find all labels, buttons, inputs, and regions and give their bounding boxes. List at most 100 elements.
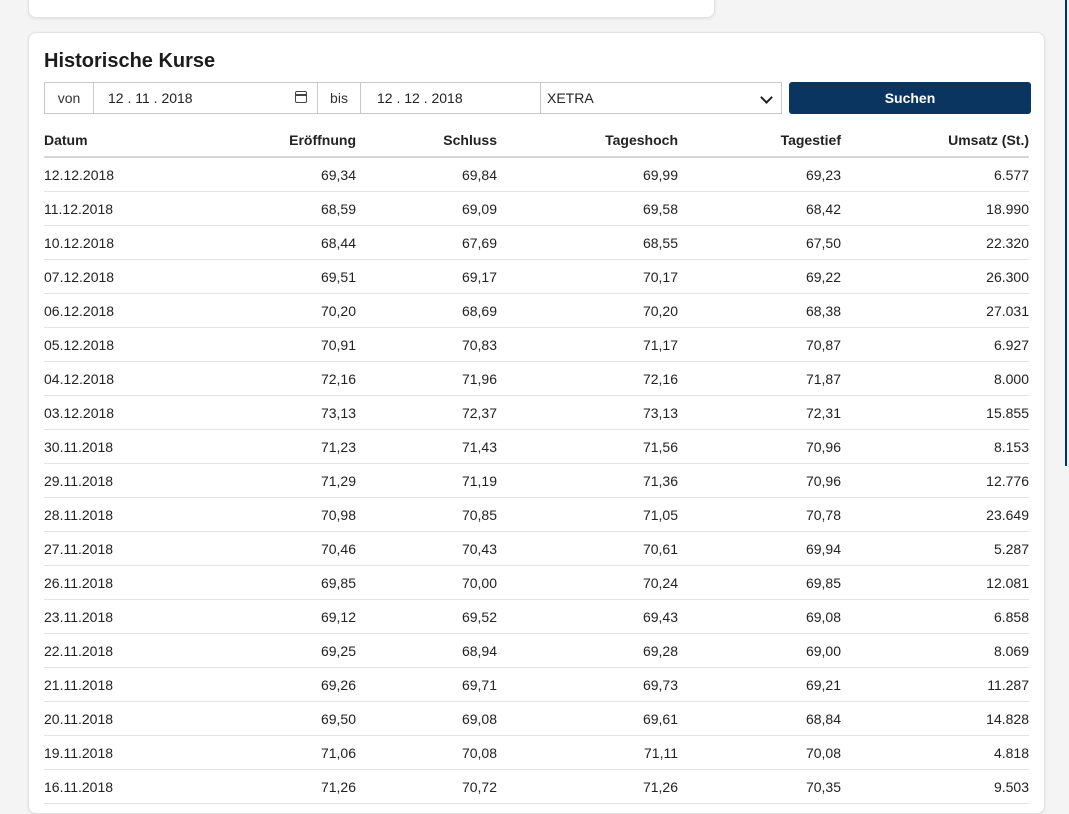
- cell-close: 70,00: [356, 565, 497, 600]
- historical-prices-card: Historische Kurse von 12 . 11 . 2018 bis…: [28, 32, 1045, 814]
- cell-close: 71,19: [356, 463, 497, 498]
- cell-high: 69,28: [497, 633, 678, 668]
- table-row: 28.11.2018 70,98 70,85 71,05 70,78 23.649: [44, 497, 1029, 532]
- scroll-indicator: [1065, 0, 1067, 466]
- cell-low: 68,42: [678, 191, 841, 226]
- to-date-value: 12 . 12 . 2018: [377, 90, 463, 106]
- cell-open: 70,46: [184, 531, 356, 566]
- cell-high: 69,58: [497, 191, 678, 226]
- table-row: 10.12.2018 68,44 67,69 68,55 67,50 22.320: [44, 225, 1029, 260]
- cell-high: 73,13: [497, 395, 678, 430]
- cell-close: 70,83: [356, 327, 497, 362]
- chevron-down-icon: [760, 91, 773, 104]
- cell-low: 69,85: [678, 565, 841, 600]
- cell-high: 71,11: [497, 735, 678, 770]
- table-row: 30.11.2018 71,23 71,43 71,56 70,96 8.153: [44, 429, 1029, 464]
- cell-date: 04.12.2018: [44, 361, 184, 396]
- cell-open: 70,98: [184, 497, 356, 532]
- cell-volume: 8.000: [841, 361, 1029, 396]
- cell-low: 69,08: [678, 599, 841, 634]
- cell-close: 69,08: [356, 701, 497, 736]
- cell-high: 70,20: [497, 293, 678, 328]
- table-header-row: Datum Eröffnung Schluss Tageshoch Tagestief U…: [44, 123, 1029, 158]
- section-title: Historische Kurse: [44, 50, 216, 72]
- cell-close: 70,85: [356, 497, 497, 532]
- cell-high: 69,73: [497, 667, 678, 702]
- column-header-volume: Umsatz (St.): [841, 123, 1029, 158]
- table-row: 07.12.2018 69,51 69,17 70,17 69,22 26.300: [44, 259, 1029, 294]
- cell-low: 69,21: [678, 667, 841, 702]
- table-row: 12.12.2018 69,34 69,84 69,99 69,23 6.577: [44, 157, 1029, 192]
- cell-low: 70,96: [678, 429, 841, 464]
- table-row: 11.12.2018 68,59 69,09 69,58 68,42 18.990: [44, 191, 1029, 226]
- table-row: 20.11.2018 69,50 69,08 69,61 68,84 14.828: [44, 701, 1029, 736]
- cell-open: 69,12: [184, 599, 356, 634]
- table-row: 04.12.2018 72,16 71,96 72,16 71,87 8.000: [44, 361, 1029, 396]
- cell-low: 69,00: [678, 633, 841, 668]
- cell-date: 23.11.2018: [44, 599, 184, 634]
- cell-volume: 27.031: [841, 293, 1029, 328]
- cell-high: 69,43: [497, 599, 678, 634]
- cell-low: 69,23: [678, 157, 841, 192]
- cell-high: 69,99: [497, 157, 678, 192]
- cell-low: 67,50: [678, 225, 841, 260]
- column-header-open: Eröffnung: [184, 123, 356, 158]
- historical-prices-table: Datum Eröffnung Schluss Tageshoch Tagestief U…: [44, 123, 1029, 804]
- search-button[interactable]: Suchen: [789, 82, 1031, 114]
- cell-volume: 12.776: [841, 463, 1029, 498]
- table-body: 12.12.2018 69,34 69,84 69,99 69,23 6.577 11.12…: [44, 157, 1029, 804]
- calendar-icon[interactable]: [295, 91, 307, 103]
- cell-high: 68,55: [497, 225, 678, 260]
- column-header-close: Schluss: [356, 123, 497, 158]
- cell-open: 69,34: [184, 157, 356, 192]
- cell-date: 30.11.2018: [44, 429, 184, 464]
- table-row: 06.12.2018 70,20 68,69 70,20 68,38 27.031: [44, 293, 1029, 328]
- cell-high: 71,17: [497, 327, 678, 362]
- cell-volume: 15.855: [841, 395, 1029, 430]
- previous-card: [28, 0, 715, 18]
- table-row: 21.11.2018 69,26 69,71 69,73 69,21 11.287: [44, 667, 1029, 702]
- cell-open: 69,51: [184, 259, 356, 294]
- table-row: 27.11.2018 70,46 70,43 70,61 69,94 5.287: [44, 531, 1029, 566]
- cell-date: 05.12.2018: [44, 327, 184, 362]
- cell-close: 69,52: [356, 599, 497, 634]
- cell-date: 21.11.2018: [44, 667, 184, 702]
- cell-high: 70,61: [497, 531, 678, 566]
- cell-close: 67,69: [356, 225, 497, 260]
- cell-close: 70,08: [356, 735, 497, 770]
- cell-open: 71,23: [184, 429, 356, 464]
- cell-volume: 22.320: [841, 225, 1029, 260]
- cell-high: 69,61: [497, 701, 678, 736]
- from-date-value: 12 . 11 . 2018: [108, 90, 193, 106]
- cell-low: 70,87: [678, 327, 841, 362]
- table-row: 05.12.2018 70,91 70,83 71,17 70,87 6.927: [44, 327, 1029, 362]
- cell-close: 70,43: [356, 531, 497, 566]
- cell-close: 71,43: [356, 429, 497, 464]
- table-row: 23.11.2018 69,12 69,52 69,43 69,08 6.858: [44, 599, 1029, 634]
- table-row: 19.11.2018 71,06 70,08 71,11 70,08 4.818: [44, 735, 1029, 770]
- date-filter-bar: von 12 . 11 . 2018 bis 12 . 12 . 2018 XE…: [44, 82, 1031, 114]
- column-header-low: Tagestief: [678, 123, 841, 158]
- cell-date: 06.12.2018: [44, 293, 184, 328]
- cell-close: 69,71: [356, 667, 497, 702]
- cell-volume: 6.927: [841, 327, 1029, 362]
- cell-low: 69,94: [678, 531, 841, 566]
- cell-low: 69,22: [678, 259, 841, 294]
- cell-date: 22.11.2018: [44, 633, 184, 668]
- from-date-input[interactable]: 12 . 11 . 2018: [94, 82, 318, 114]
- cell-date: 29.11.2018: [44, 463, 184, 498]
- cell-date: 07.12.2018: [44, 259, 184, 294]
- cell-close: 68,94: [356, 633, 497, 668]
- to-date-input[interactable]: 12 . 12 . 2018: [361, 82, 541, 114]
- cell-high: 71,56: [497, 429, 678, 464]
- cell-volume: 6.577: [841, 157, 1029, 192]
- cell-close: 69,84: [356, 157, 497, 192]
- cell-open: 70,91: [184, 327, 356, 362]
- cell-close: 68,69: [356, 293, 497, 328]
- cell-volume: 14.828: [841, 701, 1029, 736]
- cell-volume: 26.300: [841, 259, 1029, 294]
- cell-date: 03.12.2018: [44, 395, 184, 430]
- cell-open: 73,13: [184, 395, 356, 430]
- cell-close: 72,37: [356, 395, 497, 430]
- exchange-select[interactable]: XETRA: [541, 82, 782, 114]
